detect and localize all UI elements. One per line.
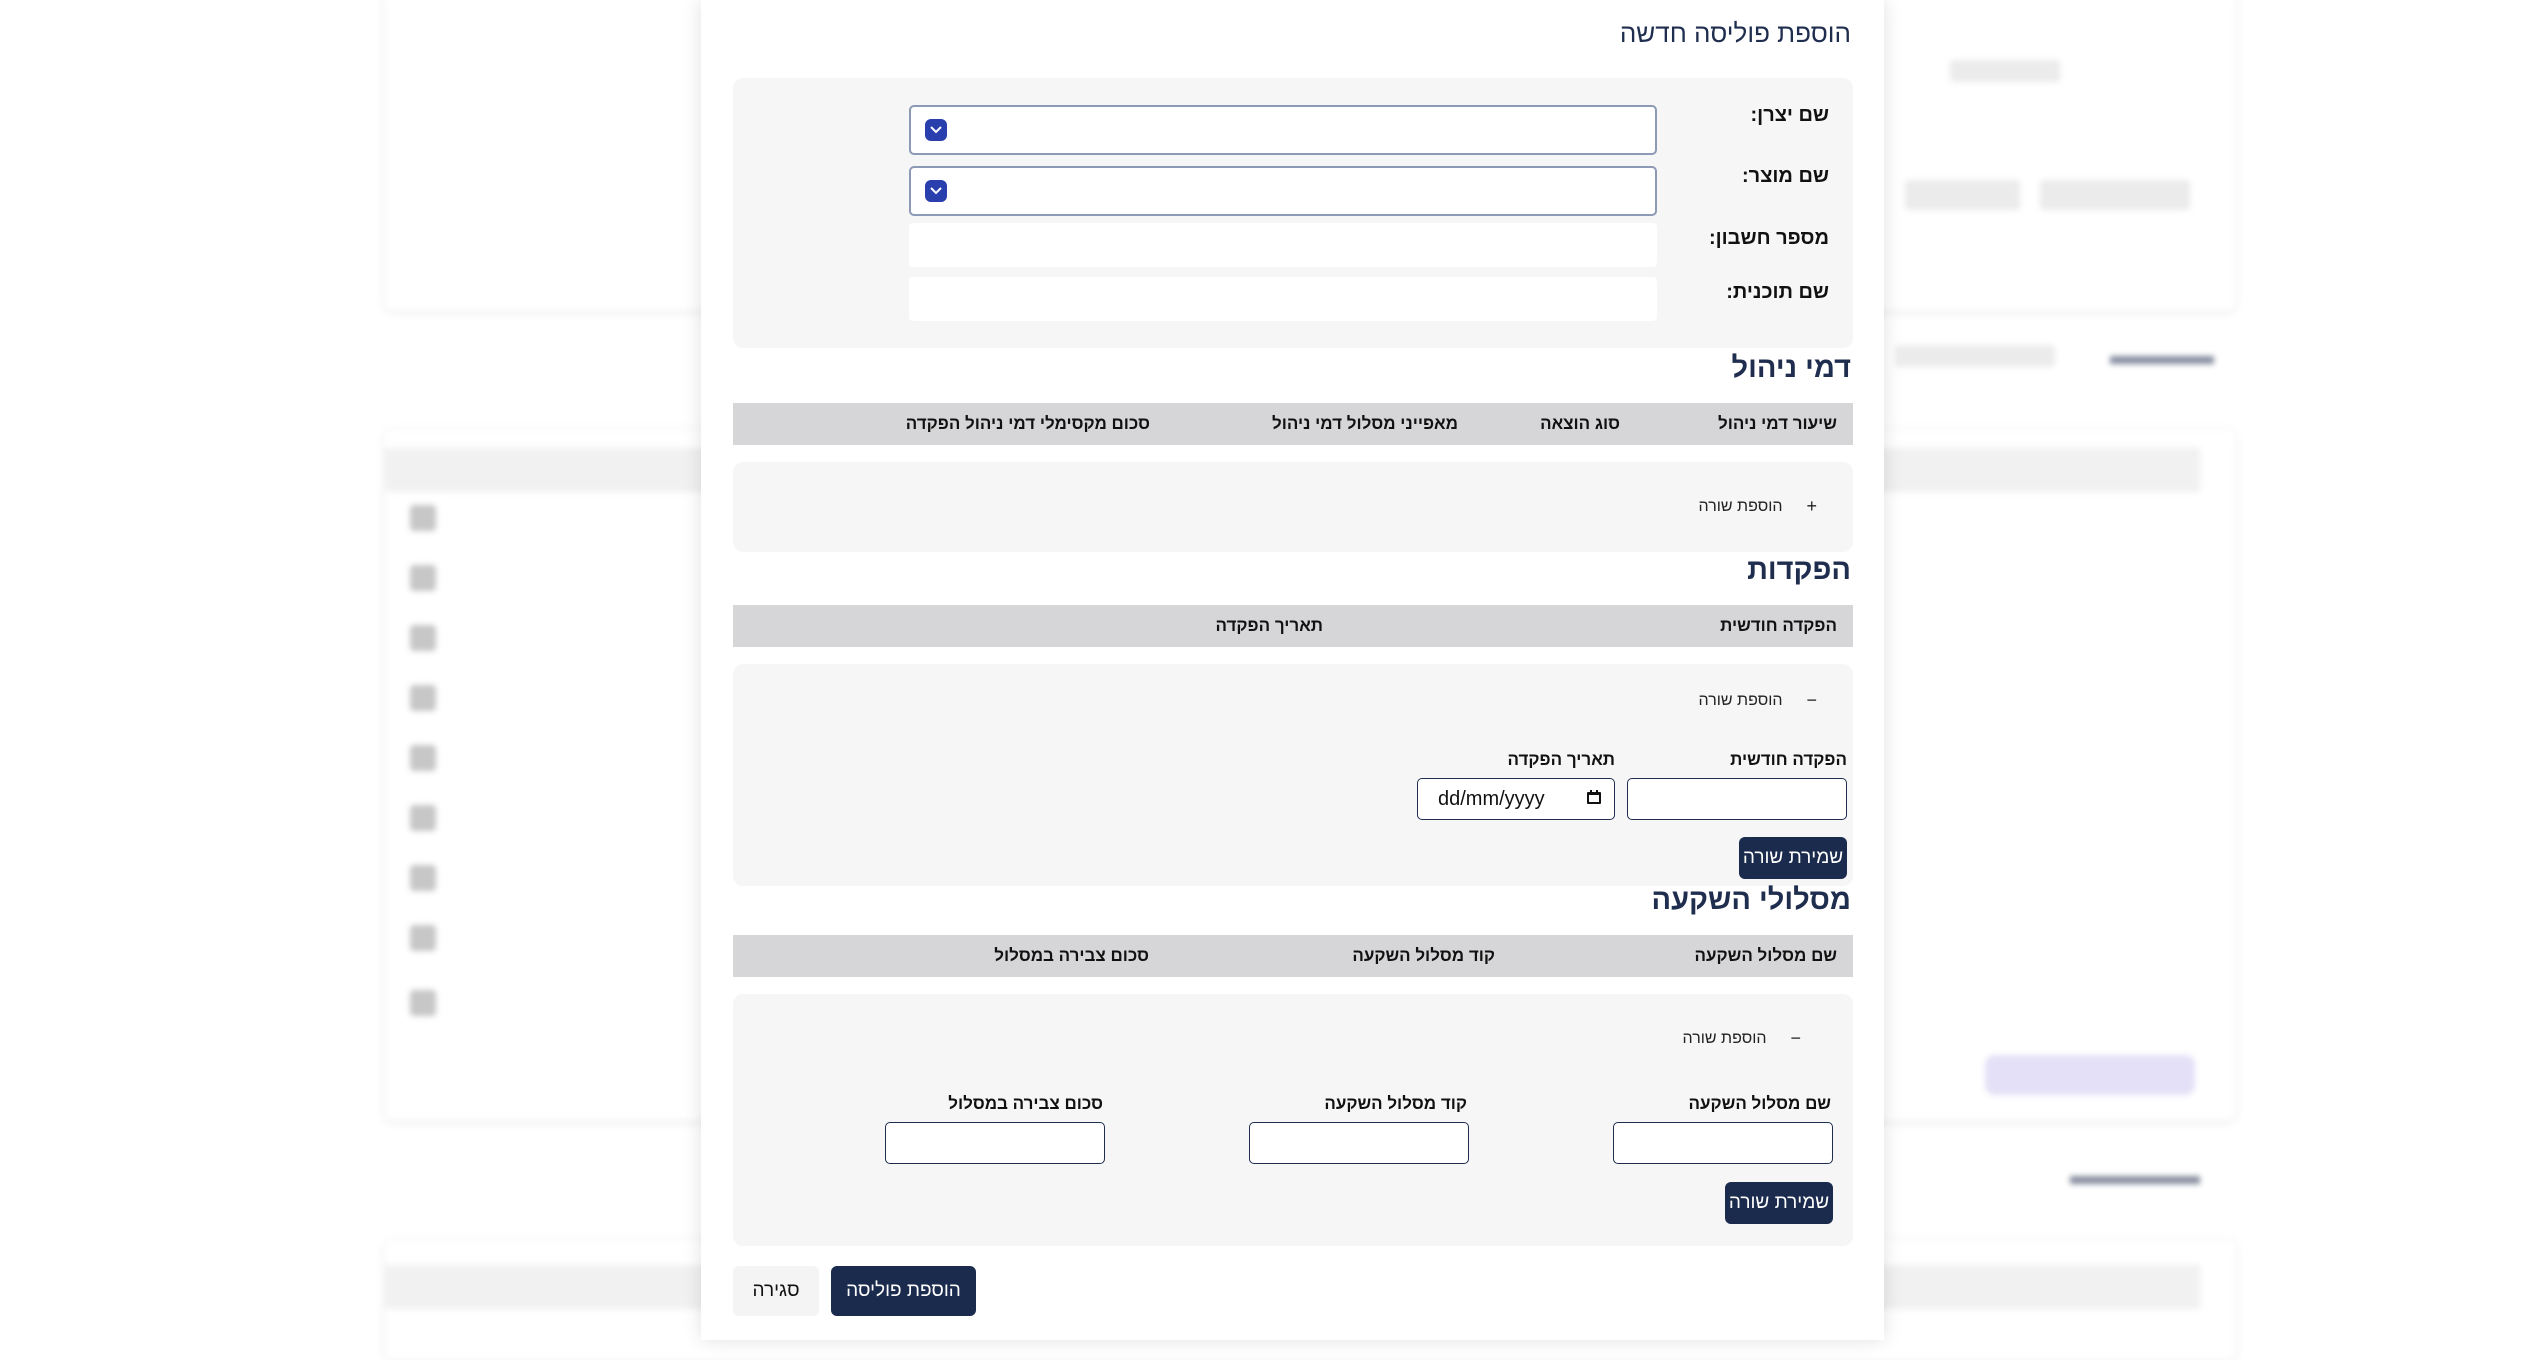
track-name-label: שם מסלול השקעה: [1688, 1094, 1831, 1113]
close-button[interactable]: סגירה: [733, 1266, 819, 1316]
management-fees-add-panel: + הוספת שורה: [733, 462, 1853, 552]
deposit-date-input[interactable]: dd/mm/yyyy: [1417, 778, 1615, 820]
investment-tracks-add-panel: − הוספת שורה שם מסלול השקעה קוד מסלול הש…: [733, 994, 1853, 1246]
col-deposit-date: תאריך הפקדה: [1215, 616, 1323, 635]
add-row-label: הוספת שורה: [1698, 497, 1783, 515]
col-track-code: קוד מסלול השקעה: [1352, 946, 1495, 965]
add-policy-button[interactable]: הוספת פוליסה: [831, 1266, 976, 1316]
bg-icon-9: [410, 990, 436, 1016]
bg-violet-button: [1985, 1055, 2195, 1095]
management-fees-table-head: שיעור דמי ניהול סוג הוצאה מאפייני מסלול …: [733, 403, 1853, 445]
account-label: מספר חשבון:: [1708, 227, 1829, 249]
investment-tracks-table-head: שם מסלול השקעה קוד מסלול השקעה סכום צביר…: [733, 935, 1853, 977]
chevron-down-icon: [925, 119, 947, 141]
track-code-label: קוד מסלול השקעה: [1324, 1094, 1467, 1113]
chevron-down-icon: [925, 180, 947, 202]
save-row-button[interactable]: שמירת שורה: [1725, 1182, 1833, 1224]
manufacturer-select[interactable]: [909, 105, 1657, 155]
bg-pill-3: [1905, 180, 2020, 210]
track-name-input[interactable]: [1613, 1122, 1833, 1164]
product-select[interactable]: [909, 166, 1657, 216]
date-placeholder: dd/mm/yyyy: [1438, 787, 1545, 810]
plan-label: שם תוכנית:: [1726, 281, 1829, 303]
monthly-deposit-input[interactable]: [1627, 778, 1847, 820]
bg-icon-7: [410, 865, 436, 891]
minus-icon: −: [1790, 1028, 1801, 1048]
bg-pill-1: [1950, 60, 2060, 82]
save-row-button[interactable]: שמירת שורה: [1739, 837, 1847, 879]
bg-pill-2: [2040, 180, 2190, 210]
calendar-icon: [1586, 788, 1602, 811]
monthly-deposit-label: הפקדה חודשית: [1730, 750, 1847, 769]
track-amount-input[interactable]: [885, 1122, 1105, 1164]
bg-icon-2: [410, 565, 436, 591]
track-amount-label: סכום צבירה במסלול: [948, 1094, 1103, 1113]
account-input[interactable]: [909, 223, 1657, 267]
col-track-name: שם מסלול השקעה: [1694, 946, 1837, 965]
col-max-fee: סכום מקסימלי דמי ניהול הפקדה: [905, 414, 1150, 433]
add-row-button[interactable]: − הוספת שורה: [1699, 690, 1817, 711]
bg-title-2: ▬▬▬▬▬: [2070, 1160, 2200, 1190]
policy-details-panel: שם יצרן: שם מוצר: מספר חשבון: שם תוכנית:: [733, 78, 1853, 348]
bg-icon-6: [410, 805, 436, 831]
bg-title-1: ▬▬▬▬: [2110, 340, 2214, 370]
col-track-features: מאפייני מסלול דמי ניהול: [1271, 414, 1458, 433]
add-row-label: הוספת שורה: [1698, 691, 1783, 709]
col-fee-rate: שיעור דמי ניהול: [1717, 414, 1837, 433]
bg-icon-4: [410, 685, 436, 711]
deposits-title: הפקדות: [1747, 554, 1851, 586]
deposit-date-label: תאריך הפקדה: [1507, 750, 1615, 769]
col-monthly-deposit: הפקדה חודשית: [1720, 616, 1837, 635]
add-row-button[interactable]: + הוספת שורה: [1699, 496, 1817, 517]
bg-icon-3: [410, 625, 436, 651]
deposits-add-panel: − הוספת שורה הפקדה חודשית תאריך הפקדה dd…: [733, 664, 1853, 886]
add-row-label: הוספת שורה: [1682, 1029, 1767, 1047]
bg-icon-5: [410, 745, 436, 771]
add-policy-modal: הוספת פוליסה חדשה שם יצרן: שם מוצר: מספר…: [701, 0, 1884, 1340]
investment-tracks-title: מסלולי השקעה: [1651, 884, 1851, 916]
plan-input[interactable]: [909, 277, 1657, 321]
deposits-table-head: הפקדה חודשית תאריך הפקדה: [733, 605, 1853, 647]
bg-pill-4: [1895, 345, 2055, 367]
product-label: שם מוצר:: [1742, 165, 1829, 187]
col-track-amount: סכום צבירה במסלול: [994, 946, 1149, 965]
minus-icon: −: [1806, 690, 1817, 710]
bg-icon-1: [410, 505, 436, 531]
track-code-input[interactable]: [1249, 1122, 1469, 1164]
bg-icon-8: [410, 925, 436, 951]
management-fees-title: דמי ניהול: [1731, 352, 1851, 384]
plus-icon: +: [1806, 496, 1817, 516]
add-row-button[interactable]: − הוספת שורה: [1683, 1028, 1801, 1049]
col-expense-type: סוג הוצאה: [1540, 414, 1620, 433]
modal-title: הוספת פוליסה חדשה: [1619, 18, 1851, 48]
manufacturer-label: שם יצרן:: [1750, 104, 1830, 126]
